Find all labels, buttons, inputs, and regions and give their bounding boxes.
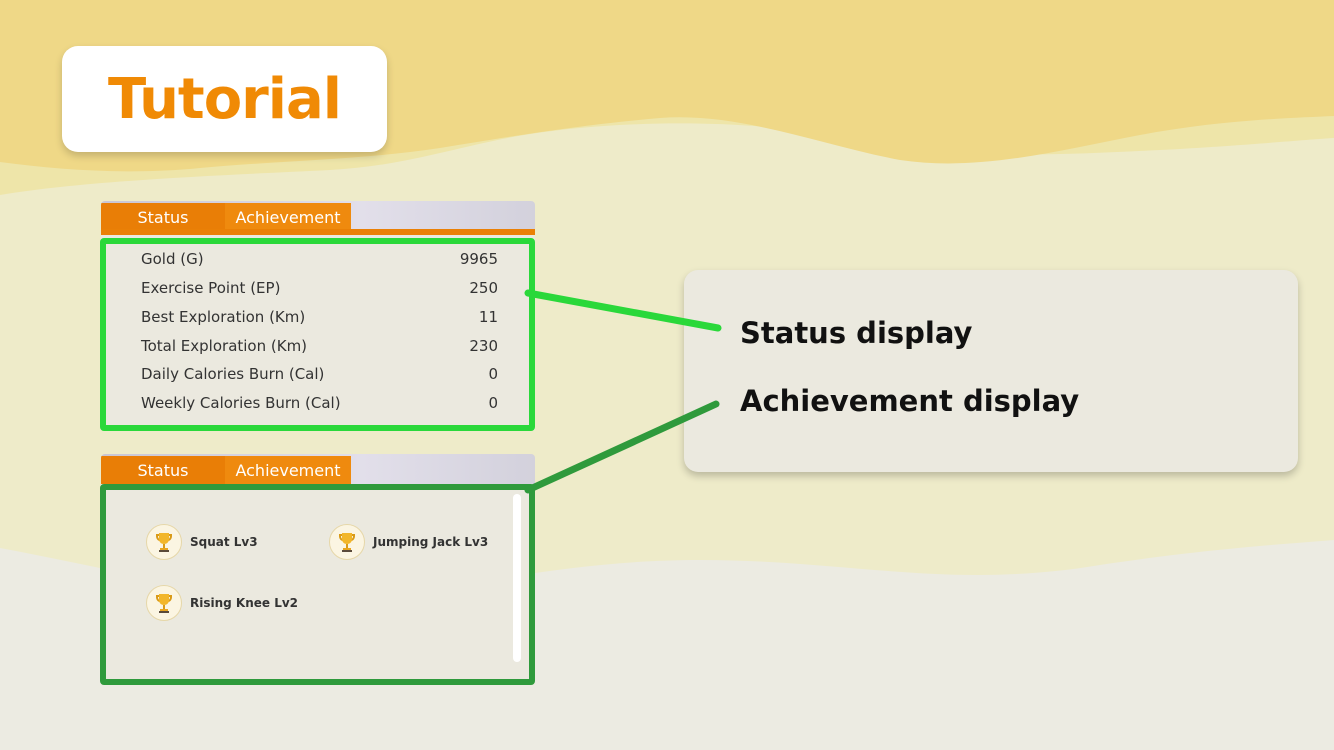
status-panel: Status Achievement Gold (G) 9965 Exercis…	[100, 201, 535, 431]
status-panel-tab-bar: Status Achievement	[101, 201, 535, 231]
tutorial-title-card: Tutorial	[62, 46, 387, 152]
achievement-display-label: Achievement display	[740, 384, 1080, 418]
achievement-highlight-frame	[100, 484, 535, 685]
status-highlight-frame	[100, 238, 535, 431]
status-display-label: Status display	[740, 316, 973, 350]
tab-status[interactable]: Status	[101, 456, 225, 484]
callout-card: Status display Achievement display	[684, 270, 1298, 472]
page-title: Tutorial	[108, 66, 342, 132]
tab-achievement[interactable]: Achievement	[225, 203, 351, 231]
tab-status[interactable]: Status	[101, 203, 225, 231]
achievement-panel: Status Achievement Squat Lv3 Jumping Jac…	[100, 454, 535, 685]
tab-achievement[interactable]: Achievement	[225, 456, 351, 484]
achievement-panel-tab-bar: Status Achievement	[101, 454, 535, 484]
